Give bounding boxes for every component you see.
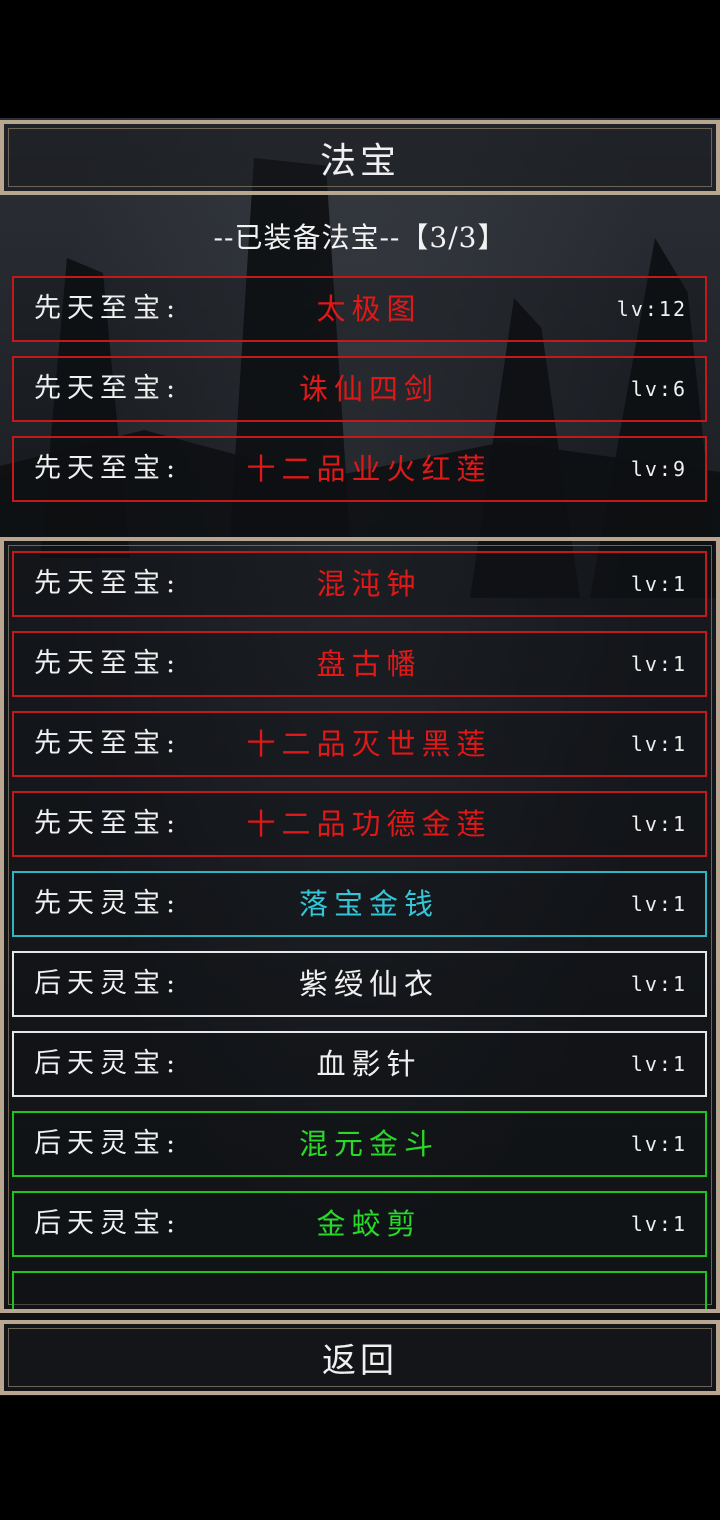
item-level: lv:12 (616, 297, 687, 321)
back-button-label: 返回 (322, 1341, 398, 1381)
item-category: 后天灵宝: (34, 1208, 182, 1239)
item-category: 先天至宝: (34, 373, 182, 404)
equipped-item-row[interactable]: 先天至宝: 十二品业火红莲 lv:9 (12, 436, 707, 502)
item-name: 盘古幡 (316, 647, 422, 681)
title-bar: 法宝 (0, 120, 720, 195)
item-category: 后天灵宝: (34, 968, 182, 999)
item-category: 先天至宝: (34, 568, 182, 599)
item-category: 先天至宝: (34, 453, 182, 484)
inventory-item-row[interactable]: 先天至宝: 盘古幡 lv:1 (12, 631, 707, 697)
item-level: lv:1 (630, 652, 687, 676)
equipped-header: --已装备法宝--【3/3】 (213, 221, 507, 254)
item-name: 十二品业火红莲 (246, 452, 492, 486)
inventory-item-row[interactable]: 先天灵宝: 落宝金钱 lv:1 (12, 871, 707, 937)
inventory-item-row[interactable]: 后天灵宝: 金蛟剪 lv:1 (12, 1191, 707, 1257)
item-level: lv:1 (630, 732, 687, 756)
item-name: 金蛟剪 (316, 1207, 422, 1241)
item-level: lv:1 (630, 1052, 687, 1076)
item-name: 血影针 (316, 1047, 422, 1081)
inventory-panel[interactable]: 先天至宝: 混沌钟 lv:1 先天至宝: 盘古幡 lv:1 先天至宝: 十二品灭世黑莲 lv:1… (0, 537, 720, 1313)
item-level: lv:1 (630, 1212, 687, 1236)
item-level: lv:9 (630, 457, 687, 481)
item-name: 太极图 (316, 292, 422, 326)
item-name: 落宝金钱 (298, 887, 439, 921)
item-level: lv:1 (630, 972, 687, 996)
item-category: 先天至宝: (34, 293, 182, 324)
item-name: 混沌钟 (316, 567, 422, 601)
item-name: 紫绶仙衣 (298, 967, 439, 1001)
item-name: 混元金斗 (298, 1127, 439, 1161)
inventory-item-row[interactable]: 后天灵宝: 紫绶仙衣 lv:1 (12, 951, 707, 1017)
item-level: lv:1 (630, 1132, 687, 1156)
equipped-item-row[interactable]: 先天至宝: 诛仙四剑 lv:6 (12, 356, 707, 422)
equipped-item-row[interactable]: 先天至宝: 太极图 lv:12 (12, 276, 707, 342)
inventory-row-partial[interactable] (12, 1271, 707, 1309)
item-category: 先天至宝: (34, 728, 182, 759)
item-name: 诛仙四剑 (298, 372, 439, 406)
item-level: lv:1 (630, 892, 687, 916)
item-category: 先天至宝: (34, 648, 182, 679)
item-level: lv:1 (630, 812, 687, 836)
item-category: 后天灵宝: (34, 1128, 182, 1159)
back-button[interactable]: 返回 (0, 1320, 720, 1395)
inventory-item-row[interactable]: 先天至宝: 十二品灭世黑莲 lv:1 (12, 711, 707, 777)
page-title: 法宝 (319, 140, 400, 182)
inventory-item-row[interactable]: 先天至宝: 十二品功德金莲 lv:1 (12, 791, 707, 857)
inventory-item-row[interactable]: 先天至宝: 混沌钟 lv:1 (12, 551, 707, 617)
item-name: 十二品功德金莲 (246, 807, 492, 841)
item-category: 后天灵宝: (34, 1048, 182, 1079)
item-name: 十二品灭世黑莲 (246, 727, 492, 761)
item-category: 先天灵宝: (34, 888, 182, 919)
item-level: lv:1 (630, 572, 687, 596)
item-category: 先天至宝: (34, 808, 182, 839)
item-level: lv:6 (630, 377, 687, 401)
inventory-item-row[interactable]: 后天灵宝: 血影针 lv:1 (12, 1031, 707, 1097)
inventory-item-row[interactable]: 后天灵宝: 混元金斗 lv:1 (12, 1111, 707, 1177)
